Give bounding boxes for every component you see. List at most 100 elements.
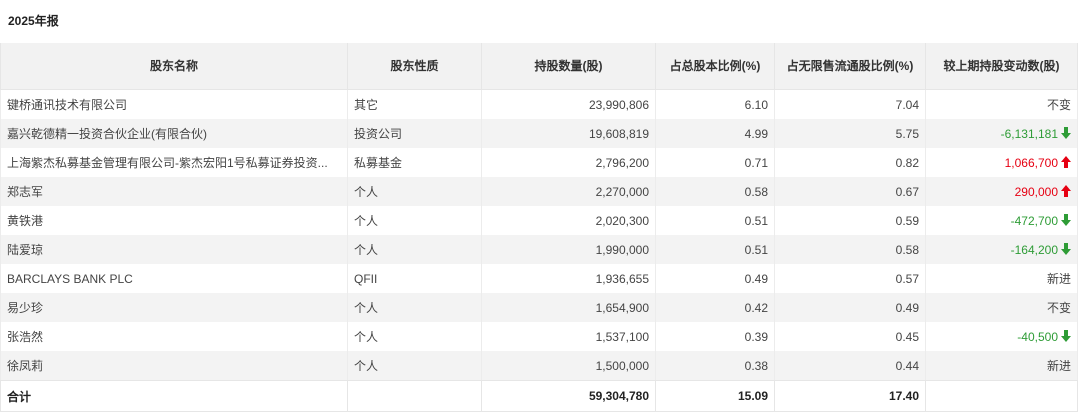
cell-change: -6,131,181: [925, 119, 1078, 148]
cell-shares: 1,537,100: [481, 322, 656, 351]
cell-change: 不变: [925, 293, 1078, 322]
table-row: 上海紫杰私募基金管理有限公司-紫杰宏阳1号私募证券投资... 私募基金 2,796,…: [0, 148, 1078, 177]
cell-holder-name: 易少珍: [0, 293, 348, 322]
cell-shares: 19,608,819: [481, 119, 656, 148]
change-value: 不变: [1046, 301, 1071, 315]
table-row: 张浩然 个人 1,537,100 0.39 0.45 -40,500: [0, 322, 1078, 351]
total-pct-total: 15.09: [655, 380, 775, 412]
cell-pct-total: 0.39: [655, 322, 775, 351]
total-shares: 59,304,780: [481, 380, 656, 412]
cell-pct-total: 0.51: [655, 235, 775, 264]
cell-holder-type: 投资公司: [347, 119, 482, 148]
cell-holder-type: QFII: [347, 264, 482, 293]
cell-pct-total: 0.42: [655, 293, 775, 322]
change-value: -164,200: [1010, 242, 1058, 257]
cell-pct-total: 4.99: [655, 119, 775, 148]
cell-holder-name: BARCLAYS BANK PLC: [0, 264, 348, 293]
cell-shares: 1,990,000: [481, 235, 656, 264]
total-row: 合计 59,304,780 15.09 17.40: [0, 380, 1078, 412]
total-pct-float: 17.40: [774, 380, 926, 412]
cell-holder-type: 个人: [347, 351, 482, 381]
cell-shares: 2,020,300: [481, 206, 656, 235]
cell-pct-float: 0.45: [774, 322, 926, 351]
arrow-down-icon: [1061, 126, 1071, 139]
cell-holder-type: 个人: [347, 206, 482, 235]
total-type-empty: [347, 380, 482, 412]
cell-shares: 1,936,655: [481, 264, 656, 293]
change-value: -472,700: [1010, 213, 1058, 228]
table-row: 黄铁港 个人 2,020,300 0.51 0.59 -472,700: [0, 206, 1078, 235]
arrow-down-icon: [1061, 213, 1071, 226]
col-header-type: 股东性质: [347, 43, 482, 90]
arrow-up-icon: [1061, 184, 1071, 197]
cell-holder-type: 个人: [347, 322, 482, 351]
table-row: 徐凤莉 个人 1,500,000 0.38 0.44 新进: [0, 351, 1078, 381]
cell-holder-name: 张浩然: [0, 322, 348, 351]
change-value: -40,500: [1017, 329, 1058, 344]
table-row: 嘉兴乾德精一投资合伙企业(有限合伙) 投资公司 19,608,819 4.99 5.75…: [0, 119, 1078, 148]
cell-pct-float: 0.49: [774, 293, 926, 322]
shareholders-panel: 2025年报 股东名称 股东性质 持股数量(股) 占总股本比例(%) 占无限售流…: [0, 0, 1080, 413]
cell-pct-float: 5.75: [774, 119, 926, 148]
cell-pct-float: 0.57: [774, 264, 926, 293]
cell-change: 新进: [925, 351, 1078, 381]
change-value: 新进: [1046, 359, 1071, 373]
table-row: 键桥通讯技术有限公司 其它 23,990,806 6.10 7.04 不变: [0, 89, 1078, 119]
cell-change: 1,066,700: [925, 148, 1078, 177]
cell-shares: 2,796,200: [481, 148, 656, 177]
total-change-empty: [925, 380, 1078, 412]
cell-shares: 23,990,806: [481, 89, 656, 119]
cell-pct-float: 0.67: [774, 177, 926, 206]
cell-holder-type: 个人: [347, 235, 482, 264]
change-value: 1,066,700: [1004, 155, 1058, 170]
cell-change: 不变: [925, 89, 1078, 119]
cell-holder-name: 陆爱琼: [0, 235, 348, 264]
cell-holder-name: 上海紫杰私募基金管理有限公司-紫杰宏阳1号私募证券投资...: [0, 148, 348, 177]
table-row: 郑志军 个人 2,270,000 0.58 0.67 290,000: [0, 177, 1078, 206]
shareholders-table: 股东名称 股东性质 持股数量(股) 占总股本比例(%) 占无限售流通股比例(%)…: [0, 43, 1078, 412]
cell-pct-float: 0.82: [774, 148, 926, 177]
cell-change: -472,700: [925, 206, 1078, 235]
cell-holder-name: 键桥通讯技术有限公司: [0, 89, 348, 119]
cell-pct-float: 7.04: [774, 89, 926, 119]
section-title: 2025年报: [8, 14, 59, 28]
cell-pct-float: 0.59: [774, 206, 926, 235]
arrow-down-icon: [1061, 329, 1071, 342]
arrow-up-icon: [1061, 155, 1071, 168]
cell-holder-name: 黄铁港: [0, 206, 348, 235]
table-header-row: 股东名称 股东性质 持股数量(股) 占总股本比例(%) 占无限售流通股比例(%)…: [0, 43, 1078, 90]
cell-pct-total: 0.58: [655, 177, 775, 206]
col-header-name: 股东名称: [0, 43, 348, 90]
cell-pct-total: 6.10: [655, 89, 775, 119]
col-header-pct-float: 占无限售流通股比例(%): [774, 43, 926, 90]
arrow-down-icon: [1061, 242, 1071, 255]
cell-holder-type: 个人: [347, 177, 482, 206]
cell-pct-total: 0.71: [655, 148, 775, 177]
change-value: 不变: [1046, 98, 1071, 112]
cell-holder-name: 徐凤莉: [0, 351, 348, 381]
cell-holder-name: 郑志军: [0, 177, 348, 206]
cell-shares: 1,500,000: [481, 351, 656, 381]
cell-shares: 1,654,900: [481, 293, 656, 322]
col-header-pct-total: 占总股本比例(%): [655, 43, 775, 90]
cell-change: 290,000: [925, 177, 1078, 206]
table-row: BARCLAYS BANK PLC QFII 1,936,655 0.49 0.57 新进: [0, 264, 1078, 293]
cell-pct-total: 0.51: [655, 206, 775, 235]
change-value: 290,000: [1014, 184, 1058, 199]
cell-pct-total: 0.49: [655, 264, 775, 293]
change-value: -6,131,181: [1000, 126, 1058, 141]
cell-holder-type: 私募基金: [347, 148, 482, 177]
cell-holder-name: 嘉兴乾德精一投资合伙企业(有限合伙): [0, 119, 348, 148]
cell-holder-type: 其它: [347, 89, 482, 119]
cell-shares: 2,270,000: [481, 177, 656, 206]
table-row: 易少珍 个人 1,654,900 0.42 0.49 不变: [0, 293, 1078, 322]
table-row: 陆爱琼 个人 1,990,000 0.51 0.58 -164,200: [0, 235, 1078, 264]
cell-change: -40,500: [925, 322, 1078, 351]
cell-pct-total: 0.38: [655, 351, 775, 381]
cell-change: -164,200: [925, 235, 1078, 264]
cell-pct-float: 0.58: [774, 235, 926, 264]
cell-pct-float: 0.44: [774, 351, 926, 381]
cell-change: 新进: [925, 264, 1078, 293]
col-header-change: 较上期持股变动数(股): [925, 43, 1078, 90]
cell-holder-type: 个人: [347, 293, 482, 322]
